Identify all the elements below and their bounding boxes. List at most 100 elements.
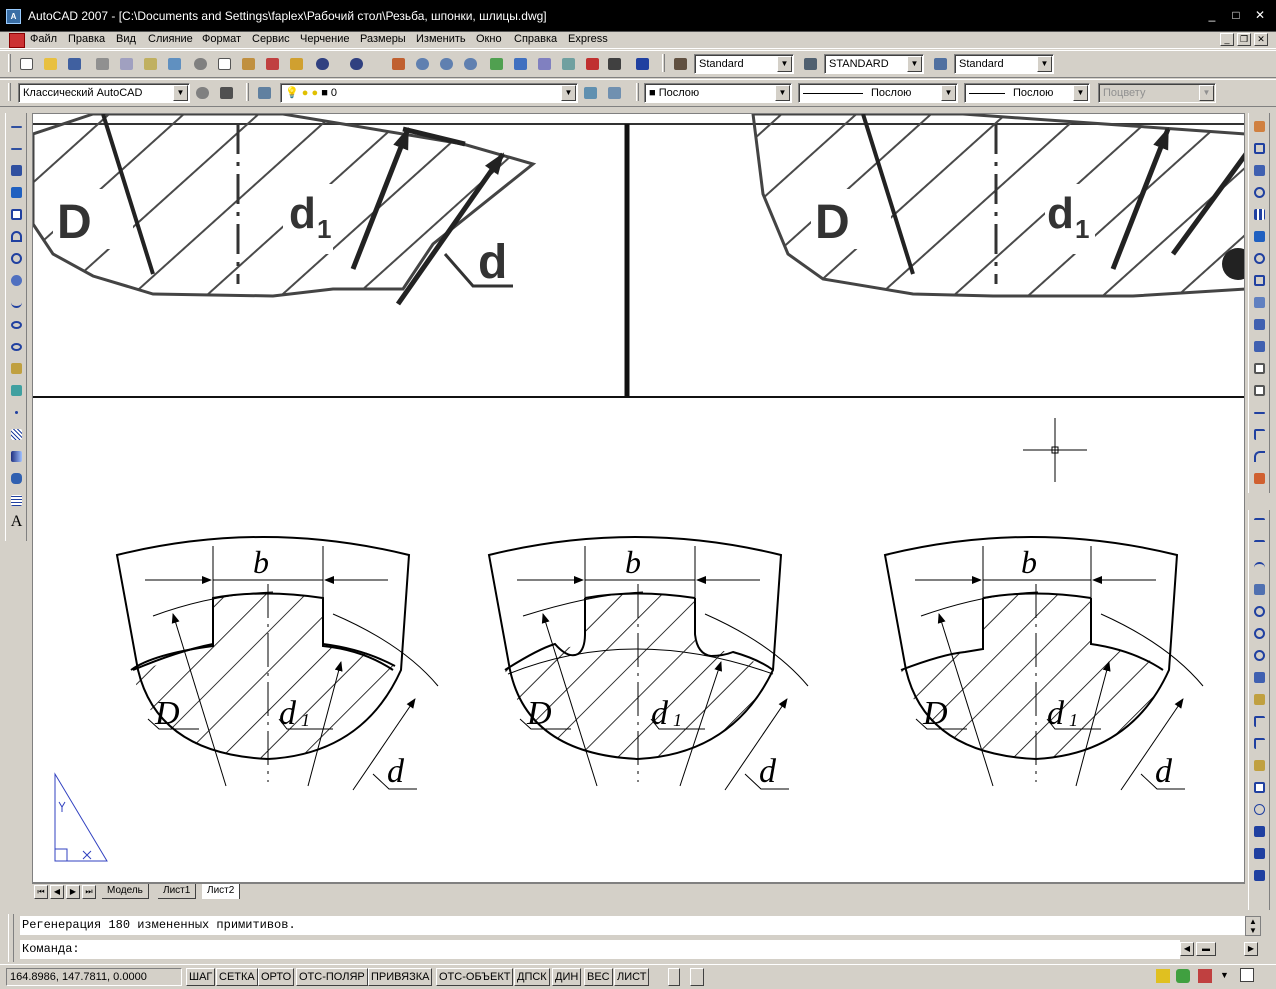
construction-line-icon[interactable] [8, 139, 25, 158]
offset-icon[interactable] [1251, 183, 1268, 202]
paste-icon[interactable] [238, 54, 258, 73]
fillet-icon[interactable] [1251, 447, 1268, 466]
calculator-icon[interactable] [604, 54, 624, 73]
menu-dimension[interactable]: Размеры [360, 33, 406, 45]
undo-icon[interactable] [312, 54, 332, 73]
workspace-settings-icon[interactable] [192, 83, 212, 102]
radius-dim-icon[interactable] [1251, 602, 1268, 621]
menu-modify[interactable]: Изменить [416, 33, 466, 45]
tab-model[interactable]: Модель [102, 884, 149, 899]
maximize-viewport-icon[interactable] [668, 968, 680, 986]
publish-icon[interactable] [140, 54, 160, 73]
cut-icon[interactable] [190, 54, 210, 73]
ordinate-dim-icon[interactable] [1251, 580, 1268, 599]
layer-previous-icon[interactable] [604, 83, 624, 102]
prev-tab-icon[interactable]: ◀ [50, 885, 64, 899]
trim-icon[interactable] [1251, 315, 1268, 334]
3d-publish-icon[interactable] [164, 54, 184, 73]
baseline-dim-icon[interactable] [1251, 712, 1268, 731]
toolbar-grip[interactable] [662, 54, 665, 72]
toolbar-grip[interactable] [246, 83, 249, 101]
line-icon[interactable] [8, 117, 25, 136]
dyn-toggle[interactable]: ДИН [552, 968, 582, 986]
drawing-area[interactable]: D d 1 d D d 1 b D d 1 d b D d 1 d b D d … [32, 113, 1245, 883]
toolbar-grip[interactable] [636, 83, 639, 101]
dim-edit-icon[interactable] [1251, 822, 1268, 841]
text-style-select[interactable]: Standard ▼ [694, 54, 794, 74]
paper-toggle[interactable]: ЛИСТ [614, 968, 650, 986]
markup-icon[interactable] [582, 54, 602, 73]
osnap-toggle[interactable]: ПРИВЯЗКА [368, 968, 433, 986]
ortho-toggle[interactable]: ОРТО [258, 968, 295, 986]
design-center-icon[interactable] [510, 54, 530, 73]
text-style-icon[interactable] [670, 54, 690, 73]
menu-file[interactable]: Файл [30, 33, 57, 45]
table-icon[interactable] [8, 491, 25, 510]
extend-icon[interactable] [1251, 337, 1268, 356]
communication-center-icon[interactable] [1176, 969, 1190, 983]
scroll-left-icon[interactable]: ◀ [1180, 942, 1194, 956]
tool-palettes-icon[interactable] [534, 54, 554, 73]
trust-icon[interactable] [1198, 969, 1212, 983]
new-icon[interactable] [16, 54, 36, 73]
continue-dim-icon[interactable] [1251, 734, 1268, 753]
scroll-right-icon[interactable]: ▶ [1244, 942, 1258, 956]
aligned-dim-icon[interactable] [1251, 536, 1268, 555]
viewport-icon[interactable] [690, 968, 704, 986]
color-select[interactable]: ■ Послою ▼ [644, 83, 792, 103]
copy-icon[interactable] [214, 54, 234, 73]
lwt-toggle[interactable]: ВЕС [584, 968, 613, 986]
menu-window[interactable]: Окно [476, 33, 502, 45]
grid-toggle[interactable]: СЕТКА [216, 968, 258, 986]
table-style-icon[interactable] [930, 54, 950, 73]
menu-format[interactable]: Формат [202, 33, 241, 45]
stretch-icon[interactable] [1251, 293, 1268, 312]
quick-dim-icon[interactable] [1251, 690, 1268, 709]
arc-length-icon[interactable] [1251, 558, 1268, 577]
block-editor-icon[interactable] [286, 54, 306, 73]
command-scrollbar[interactable]: ▲ ▼ [1245, 916, 1261, 936]
rotate-icon[interactable] [1251, 249, 1268, 268]
mtext-icon[interactable]: A [8, 513, 25, 532]
minimize-button[interactable]: _ [1204, 8, 1220, 23]
save-icon[interactable] [64, 54, 84, 73]
polygon-icon[interactable] [8, 183, 25, 202]
help-icon[interactable] [632, 54, 652, 73]
snap-toggle[interactable]: ШАГ [186, 968, 216, 986]
mirror-icon[interactable] [1251, 161, 1268, 180]
status-menu-icon[interactable]: ▼ [1220, 970, 1229, 980]
chamfer-icon[interactable] [1251, 425, 1268, 444]
move-icon[interactable] [1251, 227, 1268, 246]
quick-leader-icon[interactable] [1251, 756, 1268, 775]
first-tab-icon[interactable]: ⏮ [34, 885, 48, 899]
make-current-layer-icon[interactable] [580, 83, 600, 102]
point-icon[interactable] [8, 403, 25, 422]
menu-view[interactable]: Вид [116, 33, 136, 45]
jogged-dim-icon[interactable] [1251, 624, 1268, 643]
menu-draw[interactable]: Черчение [300, 33, 350, 45]
pan-icon[interactable] [388, 54, 408, 73]
autocad-app-icon[interactable]: A [6, 9, 21, 24]
insert-block-icon[interactable] [8, 359, 25, 378]
maximize-button[interactable]: □ [1228, 8, 1244, 23]
rectangle-icon[interactable] [8, 205, 25, 224]
join-icon[interactable] [1251, 403, 1268, 422]
command-hscroll[interactable]: ◀ ▬ ▶ [1180, 940, 1260, 959]
make-block-icon[interactable] [8, 381, 25, 400]
zoom-realtime-icon[interactable] [412, 54, 432, 73]
scroll-thumb[interactable]: ▬ [1196, 942, 1216, 956]
scale-icon[interactable] [1251, 271, 1268, 290]
menu-merge[interactable]: Слияние [148, 33, 193, 45]
otrack-toggle[interactable]: ОТС-ОБЪЕКТ [436, 968, 514, 986]
polyline-icon[interactable] [8, 161, 25, 180]
clean-screen-icon[interactable] [1240, 968, 1254, 982]
linear-dim-icon[interactable] [1251, 514, 1268, 533]
close-button[interactable]: ✕ [1252, 8, 1268, 23]
ellipse-arc-icon[interactable] [8, 337, 25, 356]
doc-restore-icon[interactable]: ❐ [1237, 33, 1251, 46]
workspace-select[interactable]: Классический AutoCAD ▼ [18, 83, 190, 103]
dim-style-icon[interactable] [800, 54, 820, 73]
tolerance-icon[interactable] [1251, 778, 1268, 797]
angular-dim-icon[interactable] [1251, 668, 1268, 687]
explode-icon[interactable] [1251, 469, 1268, 488]
